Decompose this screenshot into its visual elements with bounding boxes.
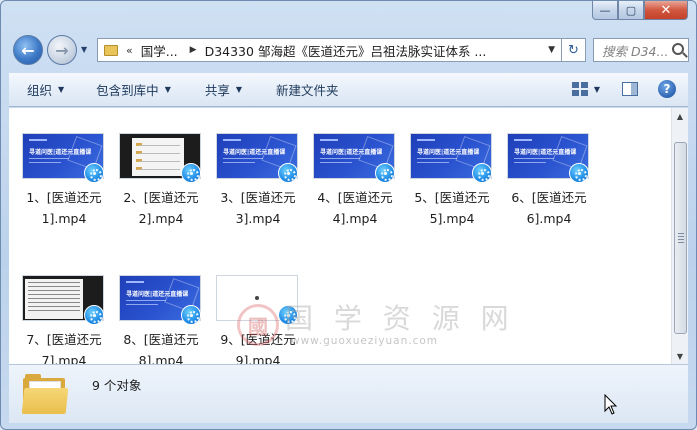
include-library-label: 包含到库中 — [96, 83, 159, 98]
address-dropdown[interactable]: ▼ — [548, 45, 555, 55]
minimize-button[interactable]: — — [592, 1, 618, 20]
command-bar: 组织 ▼ 包含到库中 ▼ 共享 ▼ 新建文件夹 ▼ ? — [9, 73, 688, 107]
breadcrumb-current[interactable]: D34330 邹海超《医道还元》吕祖法脉实证体系 ... — [205, 41, 487, 60]
mouse-cursor-icon — [604, 394, 618, 415]
chevron-right-icon[interactable]: ▶ — [190, 45, 197, 55]
media-player-icon — [84, 305, 104, 325]
file-item[interactable]: 寻道问医|道还元直播课 3、[医道还元 3].mp4 — [214, 133, 304, 265]
details-pane: 9 个对象 — [9, 364, 688, 423]
item-count: 9 个对象 — [92, 378, 142, 393]
media-player-icon — [84, 163, 104, 183]
chevron-down-icon: ▼ — [58, 85, 65, 94]
file-name: 6、[医道还元 6].mp4 — [511, 190, 587, 226]
file-item[interactable]: 寻道问医|道还元直播课 4、[医道还元 4].mp4 — [311, 133, 401, 265]
search-input[interactable]: 搜索 D34... — [593, 38, 689, 62]
views-icon[interactable] — [571, 82, 588, 96]
address-bar[interactable]: « 国学... ▶ D34330 邹海超《医道还元》吕祖法脉实证体系 ... ▼ — [97, 38, 562, 62]
media-player-icon — [375, 163, 395, 183]
views-dropdown[interactable]: ▼ — [594, 85, 600, 94]
media-player-icon — [278, 163, 298, 183]
toolbar-right: ▼ ? — [571, 80, 676, 98]
share-menu[interactable]: 共享 ▼ — [205, 80, 242, 99]
file-name: 2、[医道还元 2].mp4 — [123, 190, 199, 226]
vertical-scrollbar[interactable]: ▲ ▼ — [671, 108, 688, 364]
folder-icon — [104, 44, 118, 56]
file-item[interactable]: 寻道问医|道还元直播课 6、[医道还元 6].mp4 — [505, 133, 595, 265]
media-player-icon — [181, 305, 201, 325]
forward-button[interactable]: → — [47, 35, 77, 65]
recent-pages-dropdown[interactable]: ▼ — [81, 45, 87, 54]
navigation-row: ← → ▼ « 国学... ▶ D34330 邹海超《医道还元》吕祖法脉实证体系… — [9, 33, 689, 67]
media-player-icon — [181, 163, 201, 183]
watermark-logo-icon: 國 — [237, 304, 279, 346]
share-label: 共享 — [204, 83, 230, 98]
refresh-button[interactable]: ↻ — [562, 38, 586, 62]
folder-icon — [21, 374, 69, 414]
chevron-down-icon: ▼ — [164, 85, 171, 94]
file-list[interactable]: 寻道问医|道还元直播课 1、[医道还元 1].mp4 2、[医道还元 2].mp4 … — [9, 108, 688, 368]
close-button[interactable]: ✕ — [644, 1, 688, 20]
maximize-button[interactable]: ▢ — [618, 1, 644, 20]
file-name: 3、[医道还元 3].mp4 — [220, 190, 296, 226]
new-folder-label: 新建文件夹 — [276, 83, 339, 98]
file-name: 1、[医道还元 1].mp4 — [26, 190, 102, 226]
address-overflow[interactable]: « — [126, 44, 133, 57]
new-folder-button[interactable]: 新建文件夹 — [276, 80, 339, 99]
help-icon[interactable]: ? — [658, 80, 676, 98]
file-name: 4、[医道还元 4].mp4 — [317, 190, 393, 226]
back-button[interactable]: ← — [13, 35, 43, 65]
scrollbar-thumb[interactable] — [674, 142, 687, 334]
media-player-icon — [569, 163, 589, 183]
scroll-up-icon[interactable]: ▲ — [672, 108, 688, 124]
file-item[interactable]: 寻道问医|道还元直播课 5、[医道还元 5].mp4 — [408, 133, 498, 265]
media-player-icon — [472, 163, 492, 183]
organize-menu[interactable]: 组织 ▼ — [27, 80, 64, 99]
organize-label: 组织 — [27, 83, 53, 98]
preview-pane-icon[interactable] — [622, 82, 638, 96]
file-item[interactable]: 寻道问医|道还元直播课 1、[医道还元 1].mp4 — [20, 133, 110, 265]
explorer-window: — ▢ ✕ ← → ▼ « 国学... ▶ D34330 邹海超《医道还元》吕祖… — [0, 0, 697, 430]
chevron-down-icon: ▼ — [235, 85, 243, 94]
breadcrumb-parent[interactable]: 国学... — [141, 41, 178, 60]
caption-buttons: — ▢ ✕ — [592, 1, 688, 20]
scroll-down-icon[interactable]: ▼ — [672, 348, 688, 364]
watermark-url: www.guoxueziyuan.com — [291, 335, 439, 347]
include-library-menu[interactable]: 包含到库中 ▼ — [96, 80, 171, 99]
search-placeholder: 搜索 D34... — [602, 43, 669, 59]
watermark-text: 国 学 资 源 网 — [285, 302, 515, 335]
file-name: 5、[医道还元 5].mp4 — [414, 190, 490, 226]
file-item[interactable]: 2、[医道还元 2].mp4 — [117, 133, 207, 265]
search-icon[interactable] — [672, 43, 684, 55]
